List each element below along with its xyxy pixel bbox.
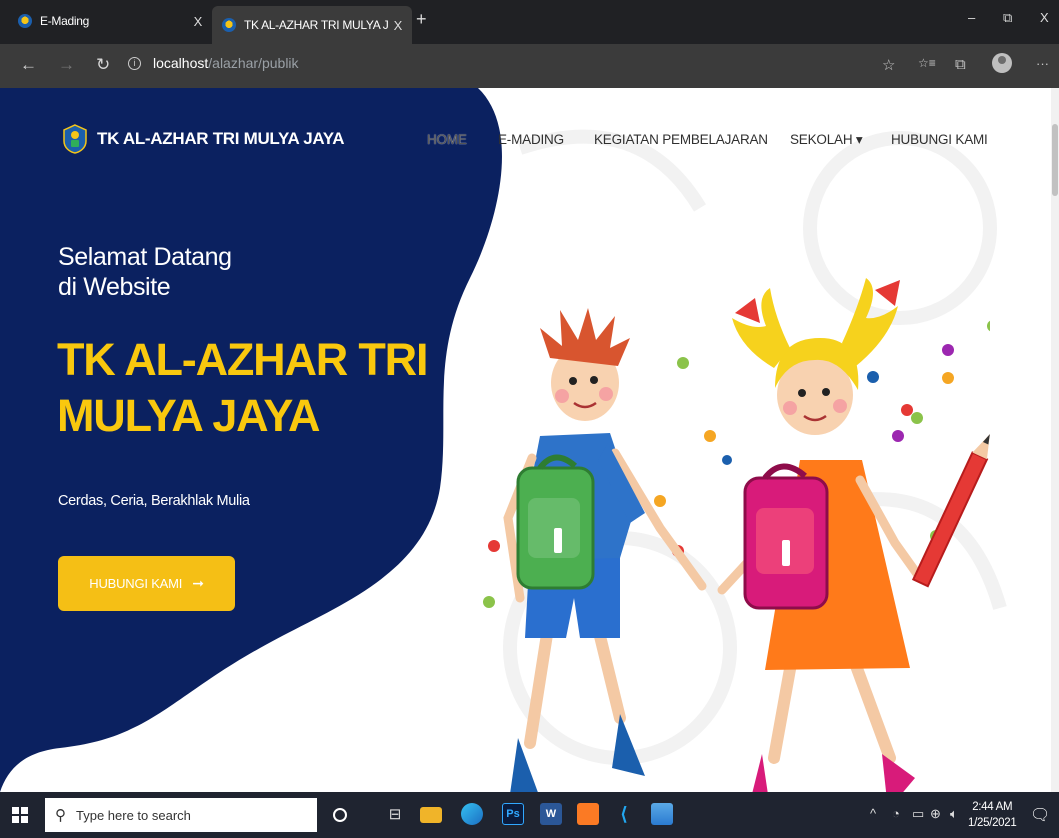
windows-taskbar: ⚲ Type here to search ⊟ Ps W ⟨ ^ ◔ ▭ ⊕ 🔈…	[0, 792, 1059, 838]
new-tab-button[interactable]: +	[416, 9, 427, 30]
tray-app-icon[interactable]: ◔	[892, 806, 900, 821]
network-icon[interactable]: ⊕	[930, 806, 941, 822]
hero-tagline: Cerdas, Ceria, Berakhlak Mulia	[58, 493, 250, 509]
nav-sekolah-dropdown[interactable]: SEKOLAH ▾	[790, 132, 863, 148]
more-menu-icon[interactable]: ···	[1036, 56, 1049, 71]
hero-welcome: Selamat Datang di Website	[58, 242, 232, 302]
refresh-button[interactable]: ↻	[96, 55, 110, 75]
tab-emading[interactable]: E-Mading X	[8, 6, 212, 36]
forward-button[interactable]: →	[58, 55, 75, 75]
children-illustration	[483, 278, 990, 792]
school-logo-icon	[63, 124, 87, 154]
school-logo-icon	[222, 18, 236, 32]
profile-avatar[interactable]	[992, 53, 1012, 73]
vscode-icon[interactable]: ⟨	[613, 803, 635, 825]
page-viewport: TK AL-AZHAR TRI MULYA JAYA HOME E-MADING…	[0, 88, 1059, 792]
search-icon: ⚲	[55, 807, 66, 824]
favorite-star-icon[interactable]: ☆	[882, 56, 895, 74]
nav-kegiatan-pembelajaran[interactable]: KEGIATAN PEMBELAJARAN	[594, 132, 768, 147]
favorites-icon[interactable]: ☆≡	[918, 56, 936, 70]
url-host: localhost	[153, 55, 209, 71]
close-tab-icon[interactable]: X	[394, 18, 403, 33]
taskbar-search-input[interactable]: ⚲ Type here to search	[45, 798, 317, 832]
hubungi-kami-button[interactable]: HUBUNGI KAMI ➞	[58, 556, 235, 611]
collections-icon[interactable]: ⧉	[955, 56, 966, 73]
site-brand[interactable]: TK AL-AZHAR TRI MULYA JAYA	[63, 124, 345, 154]
photoshop-icon[interactable]: Ps	[502, 803, 524, 825]
xampp-icon[interactable]	[577, 803, 599, 825]
cortana-icon[interactable]	[333, 808, 347, 822]
tab-title: TK AL-AZHAR TRI MULYA JAYA	[244, 18, 388, 32]
tab-title: E-Mading	[40, 14, 89, 28]
address-input[interactable]: i localhost/alazhar/publik	[128, 55, 299, 71]
tab-tk-alazhar[interactable]: TK AL-AZHAR TRI MULYA JAYA X	[212, 6, 412, 44]
back-button[interactable]: ←	[20, 55, 37, 75]
battery-icon[interactable]: ▭	[912, 806, 924, 822]
welcome-line-1: Selamat Datang	[58, 243, 232, 271]
address-bar-row: ← → ↻ i localhost/alazhar/publik ☆ ☆≡ ⧉ …	[0, 44, 1059, 88]
clock-date: 1/25/2021	[968, 817, 1017, 829]
clock-time: 2:44 AM	[972, 801, 1013, 813]
taskbar-clock[interactable]: 2:44 AM 1/25/2021	[968, 799, 1017, 831]
nav-emading[interactable]: E-MADING	[498, 132, 564, 147]
cta-label: HUBUNGI KAMI	[89, 576, 183, 591]
school-logo-icon	[18, 14, 32, 28]
scrollbar-thumb[interactable]	[1052, 124, 1058, 196]
notification-center-icon[interactable]: 🗨︎	[1030, 805, 1050, 825]
url-path: /alazhar/publik	[208, 55, 299, 71]
search-placeholder: Type here to search	[76, 807, 191, 823]
minimize-button[interactable]: –	[968, 10, 975, 25]
welcome-line-2: di Website	[58, 273, 171, 301]
arrow-right-icon: ➞	[192, 575, 204, 591]
windows-start-icon[interactable]	[12, 807, 28, 823]
site-info-icon[interactable]: i	[128, 56, 141, 70]
volume-icon[interactable]: 🔈︎	[950, 806, 958, 822]
photos-icon[interactable]	[651, 803, 673, 825]
nav-home[interactable]: HOME	[427, 132, 467, 147]
nav-hubungi-kami[interactable]: HUBUNGI KAMI	[891, 132, 988, 147]
task-view-icon[interactable]: ⊟	[384, 803, 406, 825]
word-icon[interactable]: W	[540, 803, 562, 825]
restore-button[interactable]: ⧉	[1003, 10, 1012, 26]
brand-name: TK AL-AZHAR TRI MULYA JAYA	[97, 129, 345, 148]
tray-expand-icon[interactable]: ^	[870, 806, 876, 821]
page-scrollbar[interactable]	[1051, 88, 1059, 792]
boy-figure	[503, 308, 707, 792]
edge-icon[interactable]	[461, 803, 483, 825]
close-tab-icon[interactable]: X	[194, 14, 203, 29]
hero-title: TK AL-AZHAR TRI MULYA JAYA	[57, 334, 428, 441]
close-window-button[interactable]: X	[1040, 10, 1049, 25]
browser-tab-strip: E-Mading X TK AL-AZHAR TRI MULYA JAYA X …	[0, 0, 1059, 44]
file-explorer-icon[interactable]	[420, 807, 442, 823]
